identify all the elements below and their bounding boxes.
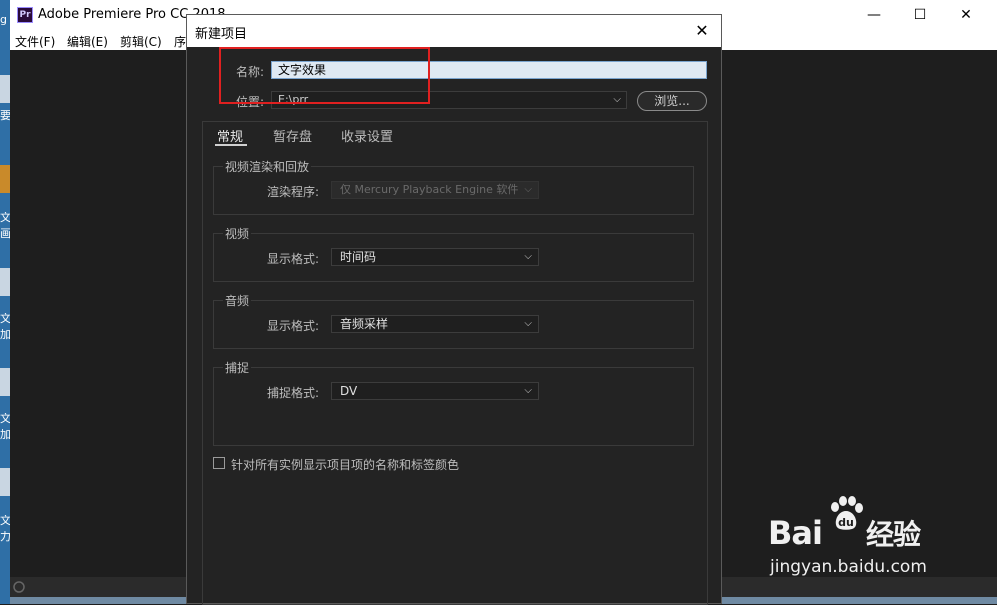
renderer-value: 仅 Mercury Playback Engine 软件 xyxy=(340,183,519,196)
group-title-playback: 视频渲染和回放 xyxy=(223,158,312,175)
video-display-format-label: 显示格式: xyxy=(267,252,320,266)
annotation-highlight-box xyxy=(219,47,430,104)
menu-clip[interactable]: 剪辑(C) xyxy=(120,33,162,50)
audio-display-format-value: 音频采样 xyxy=(340,317,389,331)
renderer-label: 渲染程序: xyxy=(267,185,320,199)
tab-scratch-disks[interactable]: 暂存盘 xyxy=(273,126,312,145)
desktop-label: 加 xyxy=(0,429,10,441)
watermark-brand-left: Bai xyxy=(768,514,823,552)
group-title-video: 视频 xyxy=(223,225,252,242)
close-button[interactable]: ✕ xyxy=(943,0,989,30)
desktop-file-icon[interactable] xyxy=(0,75,10,103)
tab-ingest-settings[interactable]: 收录设置 xyxy=(341,126,393,145)
desktop-file-icon[interactable] xyxy=(0,468,10,496)
maximize-button[interactable]: ☐ xyxy=(897,0,943,30)
renderer-dropdown: 仅 Mercury Playback Engine 软件 ⌵ xyxy=(331,181,539,199)
paw-icon: du xyxy=(831,496,863,530)
desktop-label: 加 xyxy=(0,329,10,341)
browse-button[interactable]: 浏览... xyxy=(637,91,707,111)
group-capture xyxy=(213,367,694,446)
dialog-titlebar[interactable]: 新建项目 ✕ xyxy=(187,15,721,47)
chevron-down-icon: ⌵ xyxy=(524,385,532,396)
menu-edit[interactable]: 编辑(E) xyxy=(67,33,108,50)
svg-text:du: du xyxy=(838,516,854,529)
desktop-strip: g 要 文 画 文 加 文 加 文 力) xyxy=(0,0,10,604)
desktop-label: 力) xyxy=(0,531,10,543)
group-title-capture: 捕捉 xyxy=(223,359,252,376)
group-title-audio: 音频 xyxy=(223,292,252,309)
chevron-down-icon: ⌵ xyxy=(524,318,532,329)
desktop-label: 文 xyxy=(0,413,10,425)
desktop-label: 要 xyxy=(0,110,10,122)
baidu-watermark: Bai 经验 du jingyan.baidu.com xyxy=(760,495,985,585)
watermark-site: jingyan.baidu.com xyxy=(770,557,927,577)
dialog-title: 新建项目 xyxy=(195,27,248,42)
capture-format-value: DV xyxy=(340,384,358,398)
premiere-logo-icon: Pr xyxy=(17,7,33,23)
show-names-labels-label[interactable]: 针对所有实例显示项目项的名称和标签颜色 xyxy=(231,456,459,473)
desktop-label: 文 xyxy=(0,212,10,224)
desktop-label: 画 xyxy=(0,228,10,240)
minimize-button[interactable]: — xyxy=(851,0,897,30)
desktop-file-icon[interactable] xyxy=(0,165,10,193)
desktop-file-icon[interactable] xyxy=(0,268,10,296)
desktop-file-icon[interactable] xyxy=(0,368,10,396)
chevron-down-icon: ⌵ xyxy=(524,184,532,195)
show-names-labels-checkbox[interactable] xyxy=(213,457,225,469)
active-tab-indicator xyxy=(215,144,247,146)
desktop-label: g xyxy=(0,14,7,26)
video-display-format-value: 时间码 xyxy=(340,250,377,264)
video-display-format-dropdown[interactable]: 时间码 ⌵ xyxy=(331,248,539,266)
dialog-close-button[interactable]: ✕ xyxy=(687,15,717,47)
audio-display-format-dropdown[interactable]: 音频采样 ⌵ xyxy=(331,315,539,333)
audio-display-format-label: 显示格式: xyxy=(267,319,320,333)
capture-format-label: 捕捉格式: xyxy=(267,386,320,400)
chevron-down-icon: ⌵ xyxy=(613,94,621,105)
watermark-brand-right: 经验 xyxy=(865,518,921,551)
desktop-label: 文 xyxy=(0,313,10,325)
desktop-label: 文 xyxy=(0,515,10,527)
status-icon[interactable] xyxy=(12,580,26,594)
chevron-down-icon: ⌵ xyxy=(524,251,532,262)
menu-sequence[interactable]: 序 xyxy=(174,33,186,50)
menu-file[interactable]: 文件(F) xyxy=(15,33,55,50)
capture-format-dropdown[interactable]: DV ⌵ xyxy=(331,382,539,400)
tab-general[interactable]: 常规 xyxy=(217,126,243,145)
